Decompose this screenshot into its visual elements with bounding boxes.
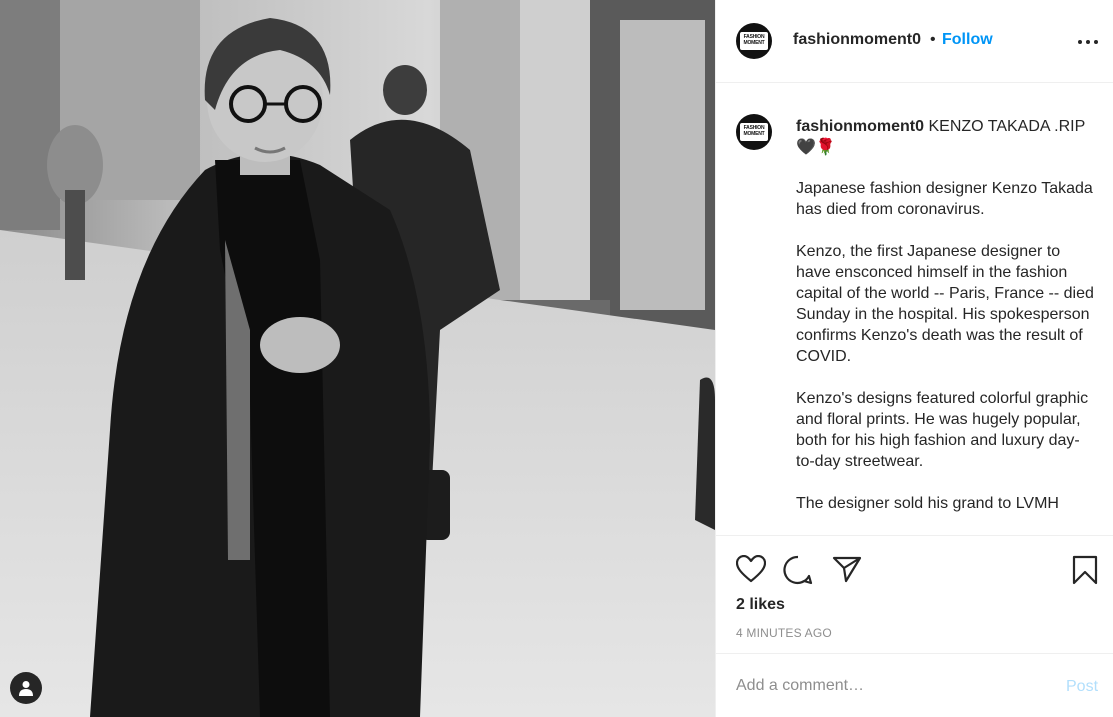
paper-plane-icon [832,556,862,583]
header-username[interactable]: fashionmoment0 [793,31,921,49]
post-comment-button[interactable]: Post [1066,678,1098,696]
avatar-logo: FASHION MOMENT [740,32,768,50]
share-button[interactable] [832,555,862,588]
caption-paragraph: The designer sold his grand to LVMH [796,495,1059,512]
caption-username[interactable]: fashionmoment0 [796,118,924,135]
caption-avatar-logo: FASHION MOMENT [740,123,768,141]
post-header: FASHION MOMENT fashionmoment0 • Follow [716,0,1113,83]
caption-paragraph: Kenzo, the first Japanese designer to ha… [796,243,1094,365]
comment-bar: Post [716,653,1113,717]
caption-body: Japanese fashion designer Kenzo Takada h… [796,178,1096,535]
bookmark-icon [1072,555,1098,585]
header-separator: • [930,31,936,48]
post-sidebar: FASHION MOMENT fashionmoment0 • Follow F… [715,0,1113,717]
post-actions: 2 likes 4 MINUTES AGO Post [716,535,1113,716]
follow-button[interactable]: Follow [942,31,993,49]
caption-paragraph: Japanese fashion designer Kenzo Takada h… [796,180,1093,218]
post-image [0,0,715,717]
caption-headline-line: fashionmoment0 KENZO TAKADA .RIP🖤🌹 [796,116,1091,158]
caption-avatar[interactable]: FASHION MOMENT [736,114,772,150]
post-photo[interactable] [0,0,715,717]
comment-input[interactable] [736,676,1036,696]
save-button[interactable] [1072,555,1098,590]
comment-button[interactable] [783,555,813,590]
caption-area[interactable]: FASHION MOMENT fashionmoment0 KENZO TAKA… [716,83,1113,535]
likes-count[interactable]: 2 likes [736,596,785,614]
comment-icon [783,555,813,585]
more-options-button[interactable] [1076,32,1100,50]
user-tag-icon [19,681,33,696]
ellipsis-icon [1078,40,1082,44]
caption-paragraph: Kenzo's designs featured colorful graphi… [796,390,1089,470]
avatar[interactable]: FASHION MOMENT [736,23,772,59]
like-button[interactable] [735,554,767,588]
heart-icon [735,554,767,583]
user-tag-button[interactable] [10,672,42,704]
post-timestamp[interactable]: 4 MINUTES AGO [736,626,832,640]
